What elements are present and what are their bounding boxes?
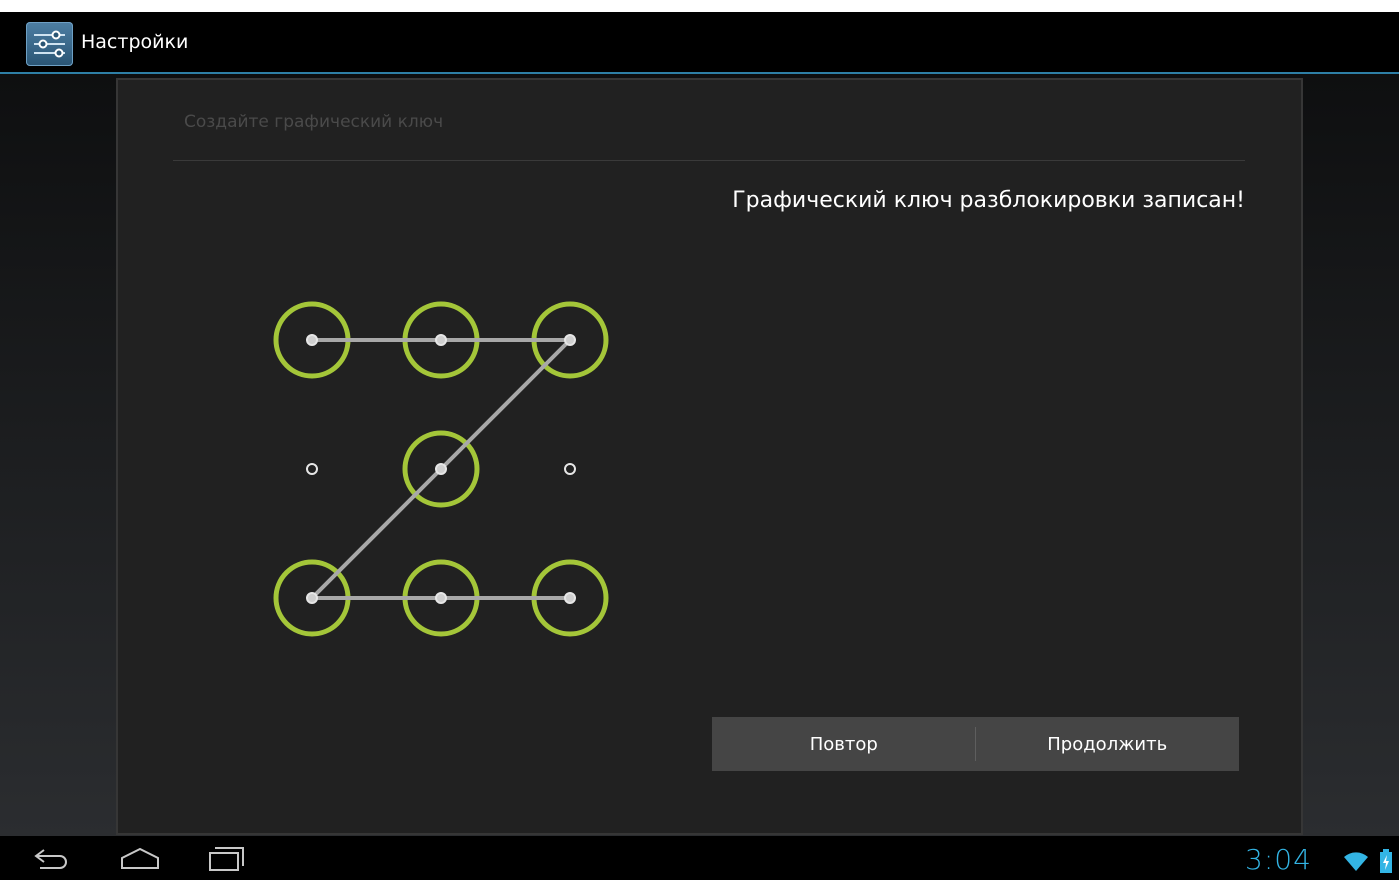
settings-sliders-icon[interactable] (26, 22, 73, 66)
top-strip (0, 0, 1399, 12)
dialog-button-bar: Повтор Продолжить (712, 717, 1239, 771)
pattern-dot-1[interactable] (306, 334, 318, 346)
pattern-dot-2[interactable] (435, 334, 447, 346)
status-clock: 3:04 (1245, 843, 1312, 876)
continue-button-label: Продолжить (1047, 733, 1168, 755)
pattern-dot-4[interactable] (306, 463, 318, 475)
action-bar-title: Настройки (81, 31, 189, 53)
pattern-dot-9[interactable] (564, 592, 576, 604)
status-message: Графический ключ разблокировки записан! (732, 188, 1245, 213)
navigation-bar (0, 836, 1399, 880)
recents-icon[interactable] (205, 844, 249, 874)
pattern-dot-3[interactable] (564, 334, 576, 346)
pattern-dialog: Создайте графический ключ Графический кл… (118, 80, 1301, 833)
screen: Настройки Создайте графический ключ Граф… (0, 0, 1399, 880)
action-bar (0, 12, 1399, 72)
wifi-icon (1344, 852, 1368, 871)
home-icon[interactable] (118, 846, 162, 872)
pattern-lock-grid[interactable] (118, 80, 718, 680)
retry-button[interactable]: Повтор (712, 717, 976, 771)
pattern-dot-8[interactable] (435, 592, 447, 604)
battery-charging-icon (1380, 849, 1392, 873)
retry-button-label: Повтор (809, 733, 878, 755)
continue-button[interactable]: Продолжить (976, 717, 1240, 771)
pattern-dot-7[interactable] (306, 592, 318, 604)
pattern-path-segment (439, 338, 572, 471)
back-icon[interactable] (30, 846, 74, 872)
pattern-dot-6[interactable] (564, 463, 576, 475)
pattern-dot-5[interactable] (435, 463, 447, 475)
pattern-path-segment (310, 467, 443, 600)
